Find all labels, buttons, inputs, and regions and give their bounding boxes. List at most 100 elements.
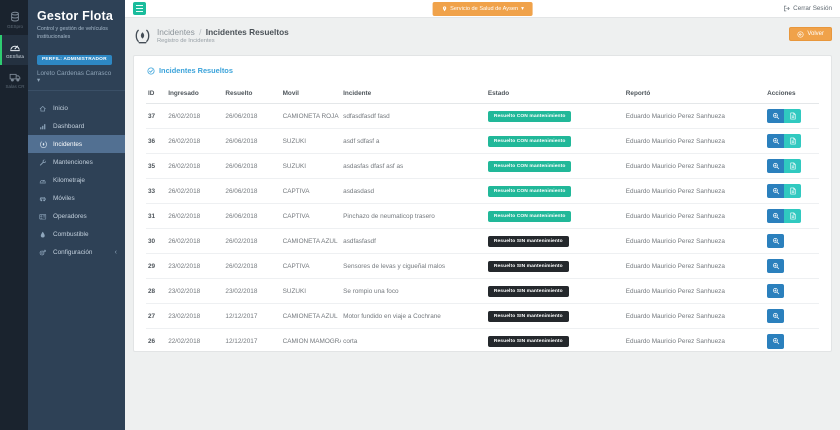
sidebar-toggle-button[interactable] bbox=[133, 2, 146, 15]
view-incident-button[interactable] bbox=[767, 284, 784, 299]
sidebar: Gestor Flota Control y gestión de vehícu… bbox=[28, 0, 125, 430]
cell-reporto: Eduardo Mauricio Perez Sanhueza bbox=[624, 304, 765, 329]
maintenance-report-button[interactable] bbox=[784, 159, 801, 174]
cell-id: 29 bbox=[146, 254, 166, 279]
cell-ingresado: 22/02/2018 bbox=[166, 329, 223, 353]
gauge-icon bbox=[39, 177, 48, 185]
user-menu[interactable]: Loreto Cardenas Carrasco ▾ bbox=[37, 70, 116, 84]
col-header-id: ID bbox=[146, 85, 166, 104]
cell-resuelto: 12/12/2017 bbox=[223, 304, 280, 329]
sidebar-item-combustible[interactable]: Combustible bbox=[28, 225, 125, 243]
cell-id: 27 bbox=[146, 304, 166, 329]
status-badge: Resuelto SIN mantenimiento bbox=[488, 261, 569, 272]
cell-ingresado: 23/02/2018 bbox=[166, 254, 223, 279]
col-header-estado: Estado bbox=[486, 85, 624, 104]
maintenance-report-button[interactable] bbox=[784, 209, 801, 224]
page-titles: Incidentes / Incidentes Resueltos Regist… bbox=[157, 28, 289, 45]
maintenance-report-button[interactable] bbox=[784, 134, 801, 149]
sidebar-item-label: Operadores bbox=[53, 213, 87, 220]
sidebar-item-moviles[interactable]: Móviles bbox=[28, 189, 125, 207]
user-name: Loreto Cardenas Carrasco bbox=[37, 70, 111, 77]
sidebar-item-label: Inicio bbox=[53, 105, 68, 112]
coins-icon bbox=[9, 11, 21, 23]
sidebar-item-label: Dashboard bbox=[53, 123, 84, 130]
sidebar-item-inicio[interactable]: Inicio bbox=[28, 99, 125, 117]
cell-movil: CAMION MAMOGRAFO bbox=[281, 329, 342, 353]
col-header-movil: Movil bbox=[281, 85, 342, 104]
back-button[interactable]: Volver bbox=[789, 27, 832, 41]
cell-reporto: Eduardo Mauricio Perez Sanhueza bbox=[624, 204, 765, 229]
view-incident-button[interactable] bbox=[767, 259, 784, 274]
cell-id: 31 bbox=[146, 204, 166, 229]
maintenance-report-button[interactable] bbox=[784, 184, 801, 199]
logout-button[interactable]: Cerrar Sesión bbox=[783, 5, 832, 12]
cell-ingresado: 26/02/2018 bbox=[166, 104, 223, 129]
table-row: 31 26/02/2018 26/06/2018 CAPTIVA Pinchaz… bbox=[146, 204, 819, 229]
service-selector-button[interactable]: Servicio de Salud de Aysen ▾ bbox=[432, 2, 533, 16]
status-badge: Resuelto CON mantenimiento bbox=[488, 186, 572, 197]
rail-item-gesflota[interactable]: GESflota bbox=[0, 35, 28, 65]
cell-ingresado: 23/02/2018 bbox=[166, 279, 223, 304]
cell-resuelto: 26/02/2018 bbox=[223, 229, 280, 254]
cell-id: 33 bbox=[146, 179, 166, 204]
brand: Gestor Flota Control y gestión de vehícu… bbox=[28, 0, 125, 43]
cell-incidente: asdasfas dfasf asf as bbox=[341, 154, 486, 179]
id-card-icon bbox=[39, 213, 48, 221]
app-window: GESpro GESflota Salas CR Gestor Flota Co… bbox=[0, 0, 840, 430]
view-incident-button[interactable] bbox=[767, 209, 784, 224]
status-badge: Resuelto CON mantenimiento bbox=[488, 211, 572, 222]
view-incident-button[interactable] bbox=[767, 109, 784, 124]
incidents-flame-icon bbox=[133, 28, 152, 45]
sidebar-item-operadores[interactable]: Operadores bbox=[28, 207, 125, 225]
sidebar-menu: Inicio Dashboard Incidentes Mantenciones… bbox=[28, 99, 125, 261]
cell-ingresado: 23/02/2018 bbox=[166, 304, 223, 329]
breadcrumb-parent[interactable]: Incidentes bbox=[157, 27, 195, 37]
sidebar-item-dashboard[interactable]: Dashboard bbox=[28, 117, 125, 135]
view-incident-button[interactable] bbox=[767, 134, 784, 149]
page-header: Incidentes / Incidentes Resueltos Regist… bbox=[125, 18, 840, 55]
bar-chart-icon bbox=[39, 123, 48, 131]
cell-id: 36 bbox=[146, 129, 166, 154]
view-incident-button[interactable] bbox=[767, 334, 784, 349]
cell-resuelto: 26/06/2018 bbox=[223, 104, 280, 129]
cell-incidente: Motor fundido en viaje a Cochrane bbox=[341, 304, 486, 329]
sidebar-item-mantenciones[interactable]: Mantenciones bbox=[28, 153, 125, 171]
cell-reporto: Eduardo Mauricio Perez Sanhueza bbox=[624, 254, 765, 279]
maintenance-report-button[interactable] bbox=[784, 109, 801, 124]
back-circle-icon bbox=[797, 31, 804, 38]
breadcrumb-separator: / bbox=[199, 27, 201, 37]
cell-ingresado: 26/02/2018 bbox=[166, 129, 223, 154]
view-incident-button[interactable] bbox=[767, 159, 784, 174]
sidebar-item-label: Mantenciones bbox=[53, 159, 93, 166]
rail-item-salas-cr[interactable]: Salas CR bbox=[0, 65, 28, 95]
view-incident-button[interactable] bbox=[767, 184, 784, 199]
profile-section: PERFIL: ADMINISTRADOR Loreto Cardenas Ca… bbox=[28, 43, 125, 91]
sidebar-item-kilometraje[interactable]: Kilometraje bbox=[28, 171, 125, 189]
sign-out-icon bbox=[783, 5, 790, 12]
wrench-icon bbox=[39, 159, 48, 167]
cell-movil: SUZUKI bbox=[281, 279, 342, 304]
col-header-incidente: Incidente bbox=[341, 85, 486, 104]
flame-icon bbox=[39, 141, 48, 149]
check-circle-icon bbox=[147, 67, 155, 75]
breadcrumb-current: Incidentes Resueltos bbox=[206, 27, 289, 37]
brand-title: Gestor Flota bbox=[37, 9, 116, 23]
back-button-label: Volver bbox=[807, 31, 824, 37]
cell-ingresado: 26/02/2018 bbox=[166, 204, 223, 229]
cell-reporto: Eduardo Mauricio Perez Sanhueza bbox=[624, 104, 765, 129]
incidents-table: ID Ingresado Resuelto Movil Incidente Es… bbox=[146, 85, 819, 352]
sidebar-item-incidentes[interactable]: Incidentes bbox=[28, 135, 125, 153]
cell-movil: SUZUKI bbox=[281, 154, 342, 179]
status-badge: Resuelto SIN mantenimiento bbox=[488, 336, 569, 347]
page-subtitle: Registro de Incidentes bbox=[157, 38, 289, 44]
sidebar-item-configuracion[interactable]: Configuración‹ bbox=[28, 243, 125, 261]
rail-item-gespro[interactable]: GESpro bbox=[0, 5, 28, 35]
gears-icon bbox=[39, 249, 48, 257]
cell-reporto: Eduardo Mauricio Perez Sanhueza bbox=[624, 179, 765, 204]
profile-role-badge[interactable]: PERFIL: ADMINISTRADOR bbox=[37, 55, 112, 65]
home-icon bbox=[39, 105, 48, 113]
view-incident-button[interactable] bbox=[767, 234, 784, 249]
sidebar-item-label: Móviles bbox=[53, 195, 75, 202]
cell-reporto: Eduardo Mauricio Perez Sanhueza bbox=[624, 279, 765, 304]
view-incident-button[interactable] bbox=[767, 309, 784, 324]
